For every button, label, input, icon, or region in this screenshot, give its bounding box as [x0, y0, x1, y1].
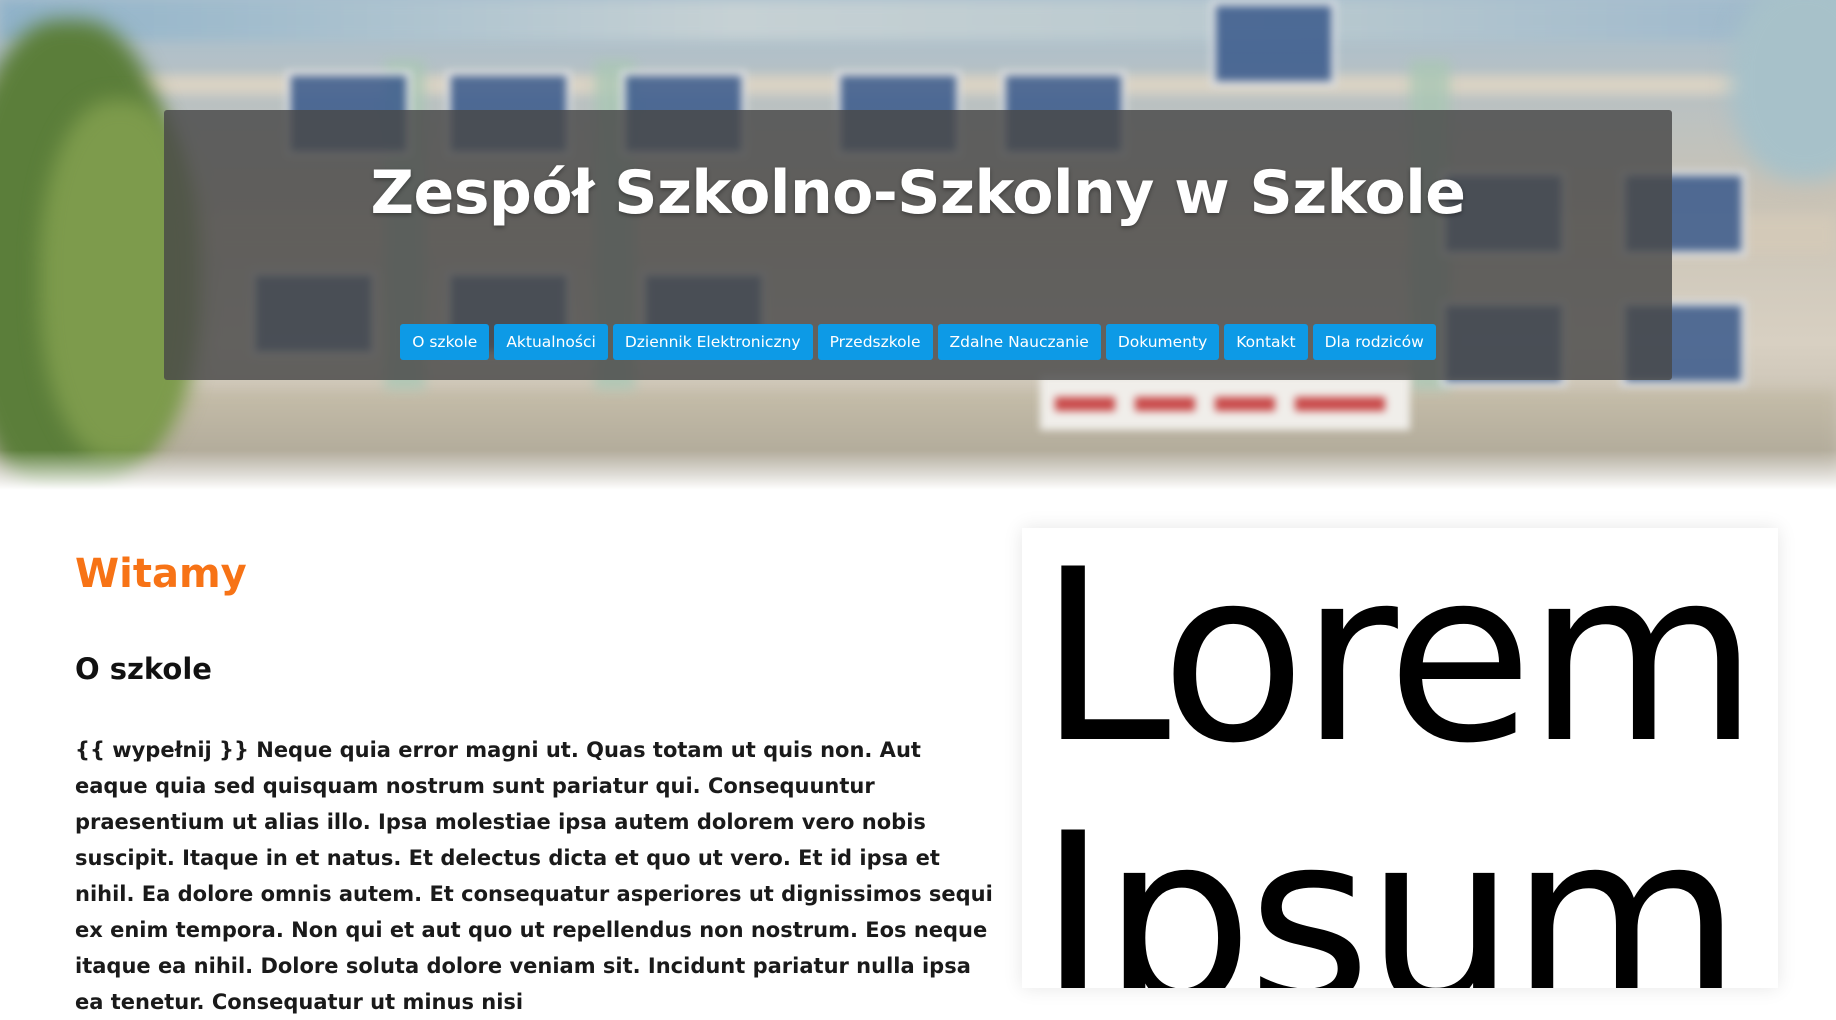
nav-item-o-szkole[interactable]: O szkole — [400, 324, 490, 360]
nav-item-przedszkole[interactable]: Przedszkole — [817, 324, 933, 360]
lorem-ipsum-image: Lorem Ipsum — [1022, 528, 1778, 988]
site-title: Zespół Szkolno-Szkolny w Szkole — [370, 158, 1466, 228]
nav-item-aktualnosci[interactable]: Aktualności — [494, 324, 608, 360]
image-text: Lorem Ipsum — [1038, 528, 1759, 988]
welcome-heading: Witamy — [75, 551, 247, 597]
nav-item-kontakt[interactable]: Kontakt — [1224, 324, 1308, 360]
main-nav: O szkole Aktualności Dziennik Elektronic… — [0, 324, 1836, 360]
section-title: O szkole — [75, 652, 212, 686]
main-content: Witamy O szkole {{ wypełnij }} Neque qui… — [75, 540, 995, 1020]
nav-item-dla-rodzicow[interactable]: Dla rodziców — [1312, 324, 1436, 360]
nav-item-zdalne-nauczanie[interactable]: Zdalne Nauczanie — [937, 324, 1101, 360]
body-paragraph: {{ wypełnij }} Neque quia error magni ut… — [75, 738, 993, 1014]
nav-item-dokumenty[interactable]: Dokumenty — [1105, 324, 1220, 360]
nav-item-dziennik-elektroniczny[interactable]: Dziennik Elektroniczny — [612, 324, 813, 360]
